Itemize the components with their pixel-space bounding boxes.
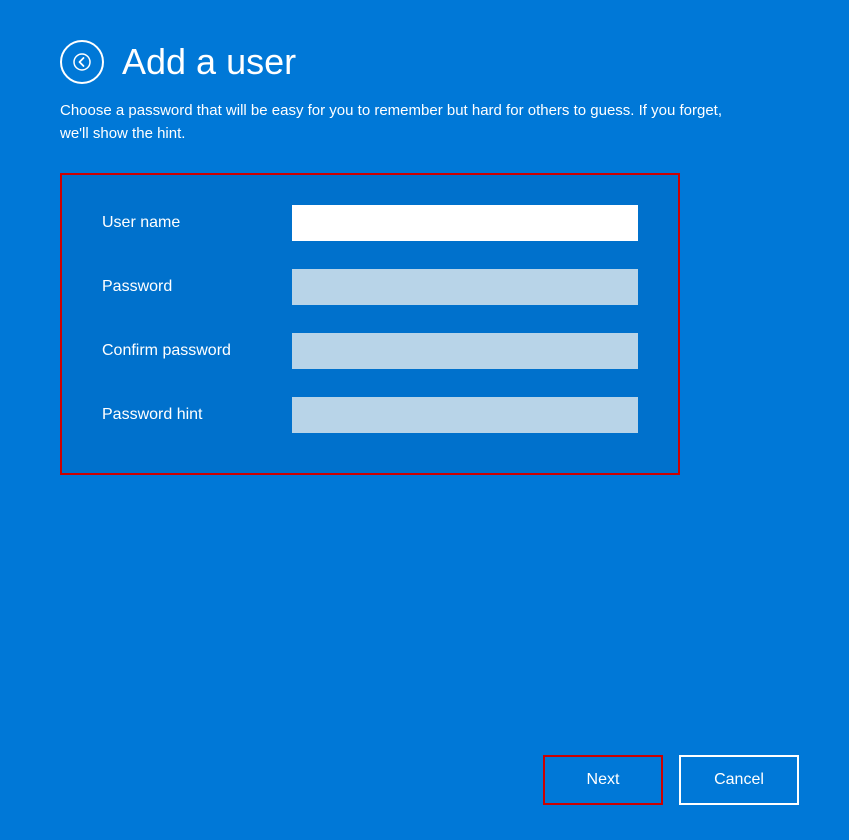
form-container: User name Password Confirm password Pass…: [60, 173, 680, 475]
next-button[interactable]: Next: [543, 755, 663, 805]
password-input[interactable]: [292, 269, 638, 305]
header: Add a user: [60, 40, 789, 84]
password-hint-row: Password hint: [102, 397, 638, 433]
confirm-password-input[interactable]: [292, 333, 638, 369]
password-row: Password: [102, 269, 638, 305]
password-hint-label: Password hint: [102, 406, 292, 424]
bottom-buttons: Next Cancel: [543, 755, 799, 805]
page-title: Add a user: [122, 41, 296, 83]
confirm-password-row: Confirm password: [102, 333, 638, 369]
subtitle: Choose a password that will be easy for …: [60, 100, 740, 145]
cancel-button[interactable]: Cancel: [679, 755, 799, 805]
confirm-password-label: Confirm password: [102, 342, 292, 360]
password-hint-input[interactable]: [292, 397, 638, 433]
password-label: Password: [102, 278, 292, 296]
back-button[interactable]: [60, 40, 104, 84]
username-input[interactable]: [292, 205, 638, 241]
username-row: User name: [102, 205, 638, 241]
username-label: User name: [102, 214, 292, 232]
page-container: Add a user Choose a password that will b…: [0, 0, 849, 840]
